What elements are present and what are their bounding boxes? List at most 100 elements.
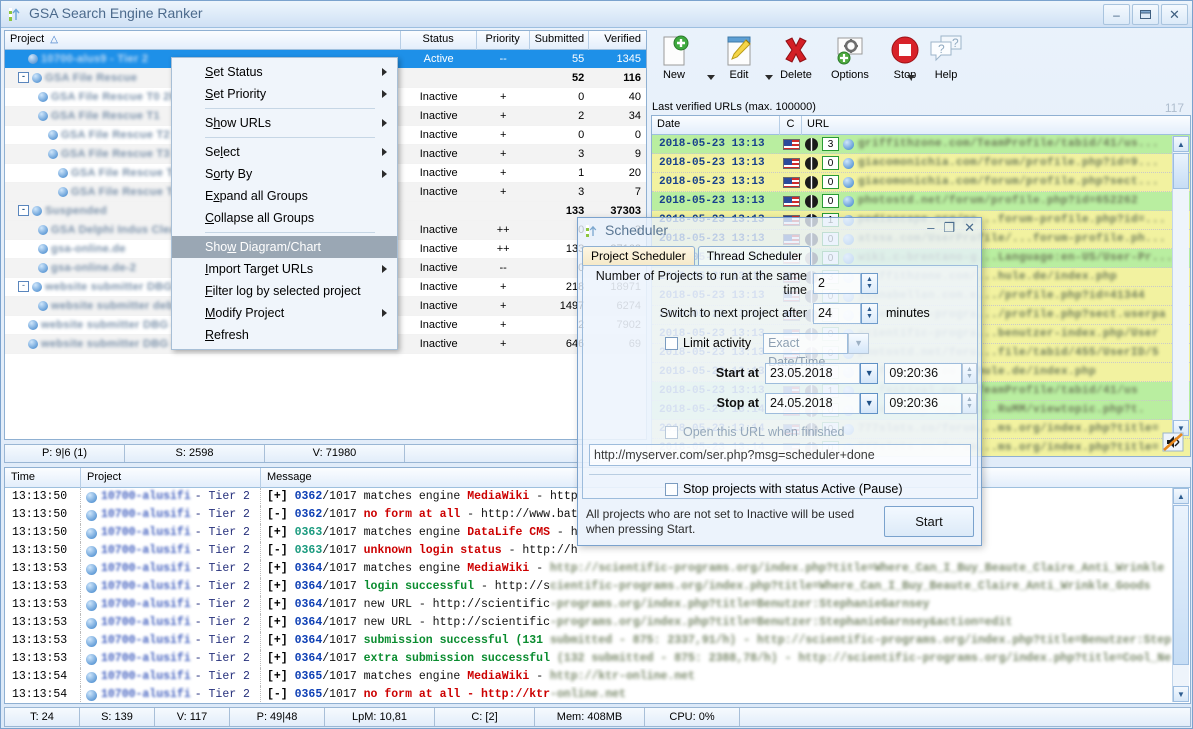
verified-url-row[interactable]: 2018-05-23 13:13 0 photostd.net/forum/prof… [652,192,1190,211]
log-scroll-down-button[interactable]: ▼ [1173,686,1189,702]
project-globe-icon [38,262,48,273]
log-counter-total: /1017 [322,508,357,521]
context-menu-item[interactable]: Modify Project [172,302,397,324]
mute-notifications-icon[interactable] [1162,432,1184,452]
stop-time-spinner[interactable]: ▲ ▼ [962,392,977,414]
context-menu-item[interactable]: Set Priority [172,83,397,105]
tab-thread-scheduler[interactable]: Thread Scheduler [697,246,812,266]
num-projects-input[interactable]: 2 [813,272,861,294]
maximize-button[interactable] [1132,4,1159,25]
log-scrollbar[interactable]: ▲ ▼ [1172,488,1189,702]
log-counter: 0364 [294,652,323,665]
log-message-url: -online.net [550,688,626,701]
context-menu-item[interactable]: Sorty By [172,163,397,185]
log-project-name: 10700-alusifi [101,688,191,701]
verified-row-count: 3 [822,137,839,151]
project-name-text: GSA File Rescue T5 [71,185,180,198]
context-menu-item[interactable]: Show Diagram/Chart [172,236,397,258]
column-header-time[interactable]: Time [5,468,81,488]
column-header-submitted[interactable]: Submitted [530,31,590,50]
stop-time-input[interactable]: 09:20:36 [884,392,962,414]
context-menu-item[interactable]: Filter log by selected project [172,280,397,302]
scheduler-footer: All projects who are not set to Inactive… [586,506,974,537]
column-header-project[interactable]: Project △ [5,31,401,50]
log-row[interactable]: 13:13:53 10700-alusifi - Tier 2 [+] 0364/10… [5,650,1190,668]
project-row-status: Inactive [419,337,458,350]
verified-scrollbar[interactable]: ▲ ▼ [1172,136,1189,436]
new-dropdown-arrow[interactable] [707,75,715,80]
log-row-message: [+] 0364/1017 new URL - http://scientifi… [261,614,1190,632]
log-row[interactable]: 13:13:53 10700-alusifi - Tier 2 [+] 0364/10… [5,578,1190,596]
open-url-input[interactable]: http://myserver.com/ser.php?msg=schedule… [589,444,971,466]
toolbar-button-options[interactable]: Options [831,32,869,81]
log-row[interactable]: 13:13:53 10700-alusifi - Tier 2 [+] 0364/10… [5,596,1190,614]
log-project-globe-icon [86,635,97,647]
stop-active-checkbox[interactable] [665,482,678,496]
toolbar-button-delete[interactable]: Delete [779,32,813,81]
log-row[interactable]: 13:13:54 10700-alusifi - Tier 2 [+] 0365/10… [5,668,1190,686]
tree-expander[interactable]: - [18,205,29,217]
context-menu-item[interactable]: Select [172,141,397,163]
num-projects-spinner[interactable]: ▲ ▼ [861,272,878,294]
column-header-log-project[interactable]: Project [81,468,261,488]
context-menu-item[interactable]: Import Target URLs [172,258,397,280]
start-time-input[interactable]: 09:20:36 [884,362,962,384]
scheduler-maximize-button[interactable]: ❐ [943,220,955,236]
limit-mode-chevron-down-icon[interactable]: ▼ [848,332,870,354]
toolbar-button-stop[interactable]: Stop [888,32,922,81]
scheduler-start-button[interactable]: Start [884,506,974,537]
start-date-input[interactable]: 23.05.2018 [765,362,860,384]
log-project-tier: - Tier 2 [194,580,250,593]
project-row-verified: 34 [628,109,641,122]
start-time-spinner[interactable]: ▲ ▼ [962,362,977,384]
verified-scroll-up-button[interactable]: ▲ [1173,136,1189,152]
minimize-button[interactable]: – [1103,4,1130,25]
column-header-date[interactable]: Date [652,116,780,135]
status-bar: T: 24 S: 139 V: 117 P: 49|48 LpM: 10,81 C: [2… [4,707,1191,727]
tree-expander[interactable]: - [18,281,29,293]
column-header-c[interactable]: C [780,116,802,135]
log-scroll-thumb[interactable] [1173,505,1189,665]
context-menu-item[interactable]: Show URLs [172,112,397,134]
log-marker: [+] [267,634,288,647]
scheduler-close-button[interactable]: ✕ [964,220,975,236]
verified-url-row[interactable]: 2018-05-23 13:13 0 giacomonichia.com/forum… [652,173,1190,192]
context-menu-item[interactable]: Refresh [172,324,397,346]
toolbar-button-new[interactable]: New [657,32,691,81]
switch-project-spinner[interactable]: ▲ ▼ [861,302,878,324]
stop-dropdown-arrow[interactable] [907,75,915,80]
toolbar-button-edit[interactable]: Edit [722,32,756,81]
log-row[interactable]: 13:13:53 10700-alusifi - Tier 2 [+] 0364/10… [5,560,1190,578]
verified-url-row[interactable]: 2018-05-23 13:13 3 griffithzone.com/TeamPr… [652,135,1190,154]
log-row[interactable]: 13:13:53 10700-alusifi - Tier 2 [+] 0364/10… [5,614,1190,632]
switch-project-input[interactable]: 24 [813,302,861,324]
stop-date-input[interactable]: 24.05.2018 [765,392,860,414]
log-row[interactable]: 13:13:53 10700-alusifi - Tier 2 [+] 0364/10… [5,632,1190,650]
context-menu-item-label: Select [205,145,240,159]
column-header-verified[interactable]: Verified [589,31,646,50]
stop-date-chevron-down-icon[interactable]: ▼ [859,392,879,414]
log-row[interactable]: 13:13:54 10700-alusifi - Tier 2 [-] 0365/10… [5,686,1190,703]
context-menu-item[interactable]: Collapse all Groups [172,207,397,229]
context-menu-item[interactable]: Set Status [172,61,397,83]
log-scroll-up-button[interactable]: ▲ [1173,488,1189,504]
edit-dropdown-arrow[interactable] [765,75,773,80]
limit-activity-checkbox[interactable] [665,336,678,350]
log-row-message: [+] 0364/1017 extra submission successfu… [261,650,1190,668]
verified-row-count: 0 [822,194,839,208]
toolbar-button-help[interactable]: ? ? Help [928,32,964,81]
context-menu-item[interactable]: Expand all Groups [172,185,397,207]
verified-url-row[interactable]: 2018-05-23 13:13 0 giacomonichia.com/forum… [652,154,1190,173]
column-header-priority[interactable]: Priority [477,31,530,50]
open-url-checkbox[interactable] [665,425,678,439]
tab-project-scheduler[interactable]: Project Scheduler [582,246,695,266]
scheduler-minimize-button[interactable]: – [927,220,934,236]
start-date-chevron-down-icon[interactable]: ▼ [859,362,879,384]
tree-expander[interactable]: - [18,72,29,84]
close-button[interactable]: ✕ [1161,4,1188,25]
column-header-url[interactable]: URL [802,116,1168,135]
project-context-menu[interactable]: Set Status Set Priority Show URLs Select Sor… [171,57,398,350]
verified-scroll-thumb[interactable] [1173,153,1189,189]
column-header-status[interactable]: Status [401,31,477,50]
limit-mode-select[interactable]: Exact Date/Time [763,332,849,369]
